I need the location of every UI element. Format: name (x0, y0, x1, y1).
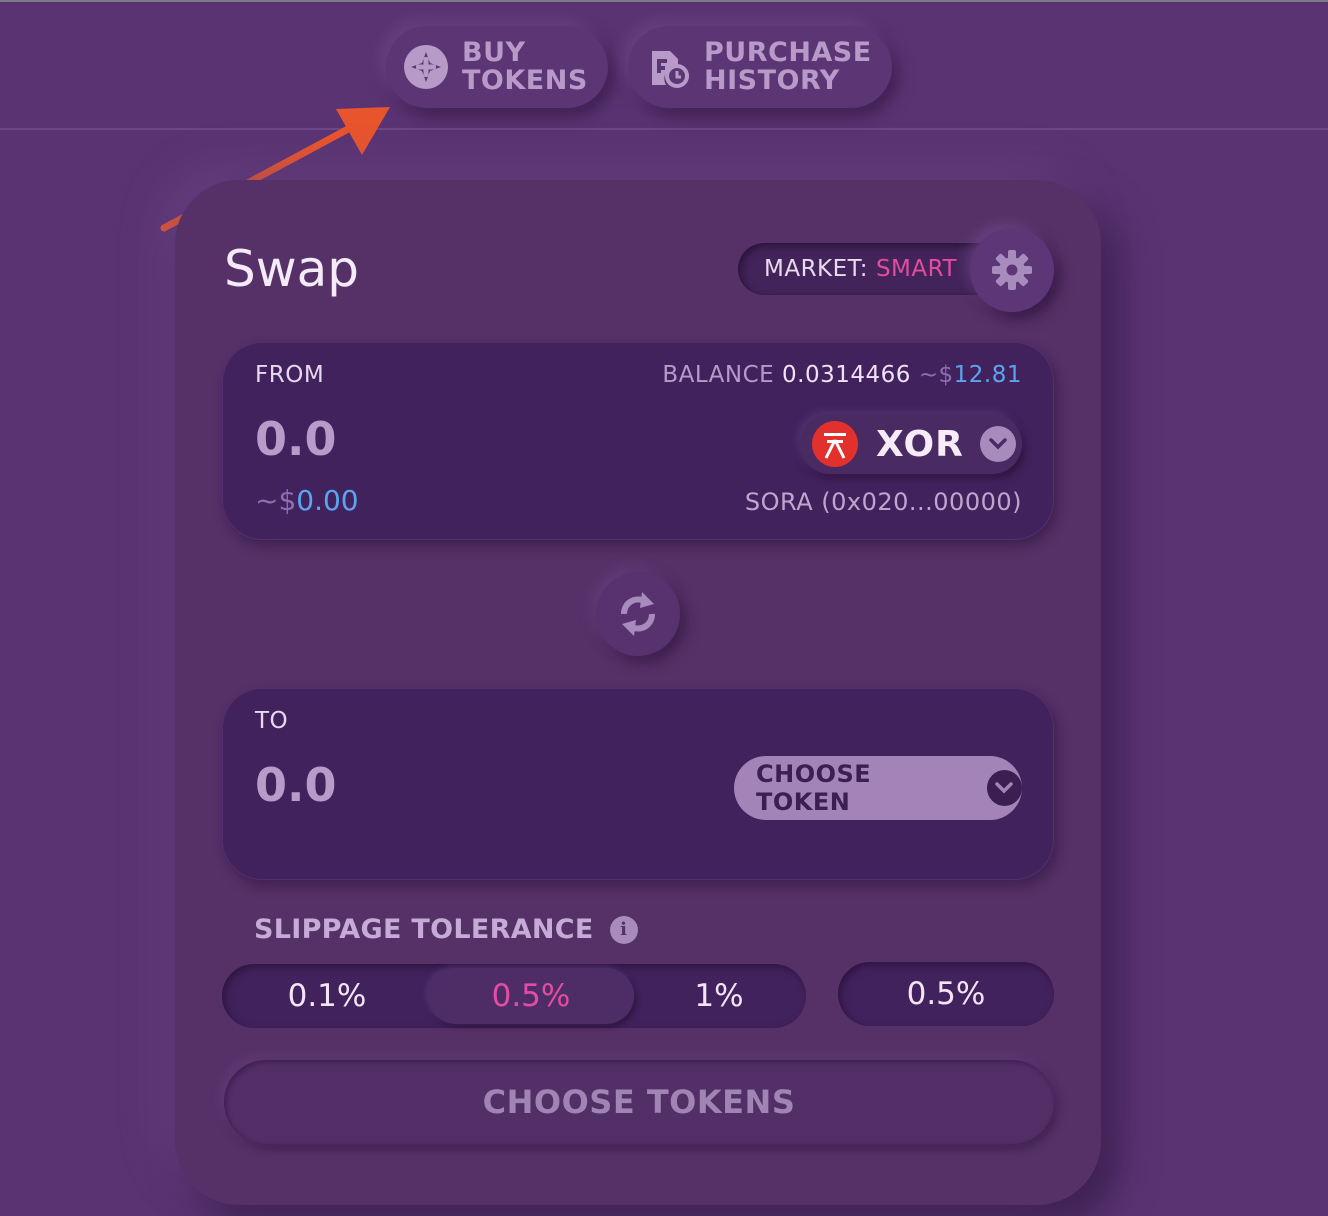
slippage-option-0-1[interactable]: 0.1% (222, 964, 432, 1028)
choose-tokens-submit-button[interactable]: CHOOSE TOKENS (224, 1060, 1054, 1144)
settings-button[interactable] (970, 228, 1054, 312)
to-label: TO (255, 708, 289, 734)
market-label: MARKET: (764, 256, 868, 282)
purchase-history-label: PURCHASE HISTORY (704, 37, 872, 96)
slippage-options: 0.1% 0.5% 1% (222, 964, 806, 1028)
from-amount-input[interactable]: 0.0 (255, 412, 337, 466)
slippage-custom-input[interactable]: 0.5% (838, 962, 1054, 1026)
market-value: SMART (875, 256, 957, 282)
chevron-down-icon (979, 426, 1016, 462)
plus-circle-icon (402, 43, 450, 91)
switch-tokens-button[interactable] (596, 572, 680, 656)
from-token-selector[interactable]: XOR (800, 414, 1022, 474)
from-fiat-value: ~$0.00 (255, 484, 359, 517)
from-panel: FROM BALANCE 0.0314466 ~$12.81 0.0 ~$0.0… (222, 342, 1054, 540)
page-title: Swap (224, 240, 360, 298)
to-panel: TO 0.0 CHOOSE TOKEN (222, 688, 1054, 880)
info-icon[interactable]: i (609, 915, 638, 944)
purchase-history-button[interactable]: PURCHASE HISTORY (628, 26, 892, 108)
buy-tokens-label: BUY TOKENS (462, 37, 588, 96)
from-balance: BALANCE 0.0314466 ~$12.81 (662, 362, 1022, 388)
buy-tokens-button[interactable]: BUY TOKENS (386, 26, 608, 108)
choose-token-button[interactable]: CHOOSE TOKEN (734, 756, 1022, 820)
from-token-name: XOR (876, 423, 964, 465)
to-amount-input[interactable]: 0.0 (255, 758, 337, 812)
gear-icon (992, 250, 1032, 290)
swap-arrows-icon (621, 592, 655, 636)
xor-logo-icon (812, 421, 858, 467)
window-top-border (0, 0, 1328, 2)
from-label: FROM (255, 362, 325, 388)
chevron-down-icon (986, 770, 1022, 806)
history-icon (644, 43, 692, 91)
choose-token-label: CHOOSE TOKEN (756, 760, 872, 816)
slippage-title: SLIPPAGE TOLERANCE i (254, 914, 638, 945)
from-token-address: SORA (0x020...00000) (744, 488, 1022, 516)
slippage-option-1[interactable]: 1% (634, 964, 804, 1028)
slippage-option-0-5[interactable]: 0.5% (428, 968, 634, 1024)
